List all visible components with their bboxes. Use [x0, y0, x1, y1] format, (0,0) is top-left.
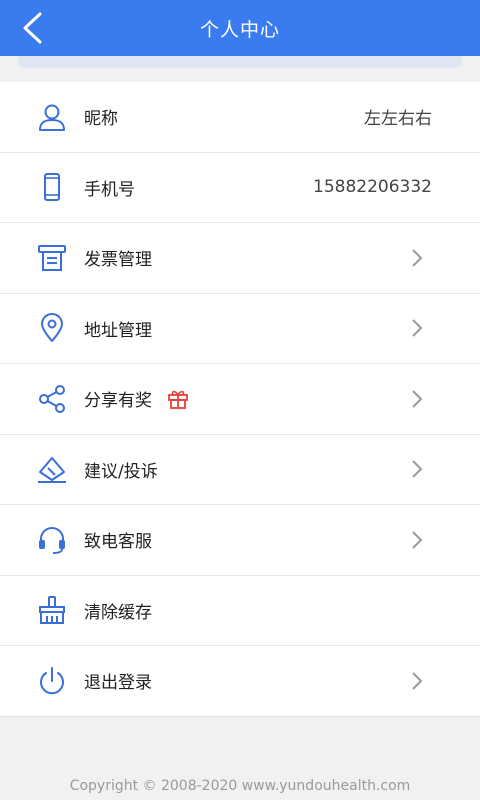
chevron-left-icon	[23, 12, 42, 44]
nickname-value: 左左右右	[364, 109, 432, 130]
clear-cache-row[interactable]: 清除缓存	[0, 576, 480, 646]
nickname-row[interactable]: 昵称 左左右右	[0, 82, 480, 153]
headset-icon	[36, 524, 68, 556]
logout-row[interactable]: 退出登录	[0, 646, 480, 717]
location-pin-icon	[36, 312, 68, 344]
page-title: 个人中心	[199, 18, 280, 41]
copyright-footer: Copyright © 2008-2020 www.yundouhealth.c…	[69, 778, 411, 794]
logout-label: 退出登录	[84, 673, 152, 694]
call-service-label: 致电客服	[84, 532, 152, 553]
invoice-icon	[36, 242, 68, 274]
settings-list: 昵称 左左右右 手机号 15882206332 发票管理 地址管理 分享有奖 建…	[0, 82, 480, 717]
user-icon	[36, 101, 68, 133]
share-icon	[36, 383, 68, 415]
invoice-row[interactable]: 发票管理	[0, 223, 480, 294]
power-icon	[36, 665, 68, 697]
feedback-label: 建议/投诉	[84, 461, 158, 482]
chevron-right-icon	[410, 458, 424, 480]
feedback-icon	[36, 453, 68, 485]
header-strip	[18, 56, 462, 68]
gift-icon	[166, 387, 190, 411]
clear-cache-label: 清除缓存	[84, 602, 152, 623]
phone-value: 15882206332	[313, 177, 432, 198]
address-row[interactable]: 地址管理	[0, 294, 480, 364]
chevron-right-icon	[410, 670, 424, 692]
share-reward-label: 分享有奖	[84, 391, 152, 412]
chevron-right-icon	[410, 388, 424, 410]
nickname-label: 昵称	[84, 109, 118, 130]
top-bar: 个人中心	[0, 0, 480, 56]
feedback-row[interactable]: 建议/投诉	[0, 435, 480, 505]
address-label: 地址管理	[84, 320, 152, 341]
chevron-right-icon	[410, 529, 424, 551]
invoice-label: 发票管理	[84, 250, 152, 271]
chevron-right-icon	[410, 317, 424, 339]
chevron-right-icon	[410, 247, 424, 269]
phone-label: 手机号	[84, 179, 135, 200]
share-reward-row[interactable]: 分享有奖	[0, 364, 480, 435]
call-service-row[interactable]: 致电客服	[0, 505, 480, 576]
back-button[interactable]	[12, 8, 52, 48]
broom-icon	[36, 594, 68, 626]
phone-row[interactable]: 手机号 15882206332	[0, 153, 480, 223]
phone-icon	[36, 171, 68, 203]
